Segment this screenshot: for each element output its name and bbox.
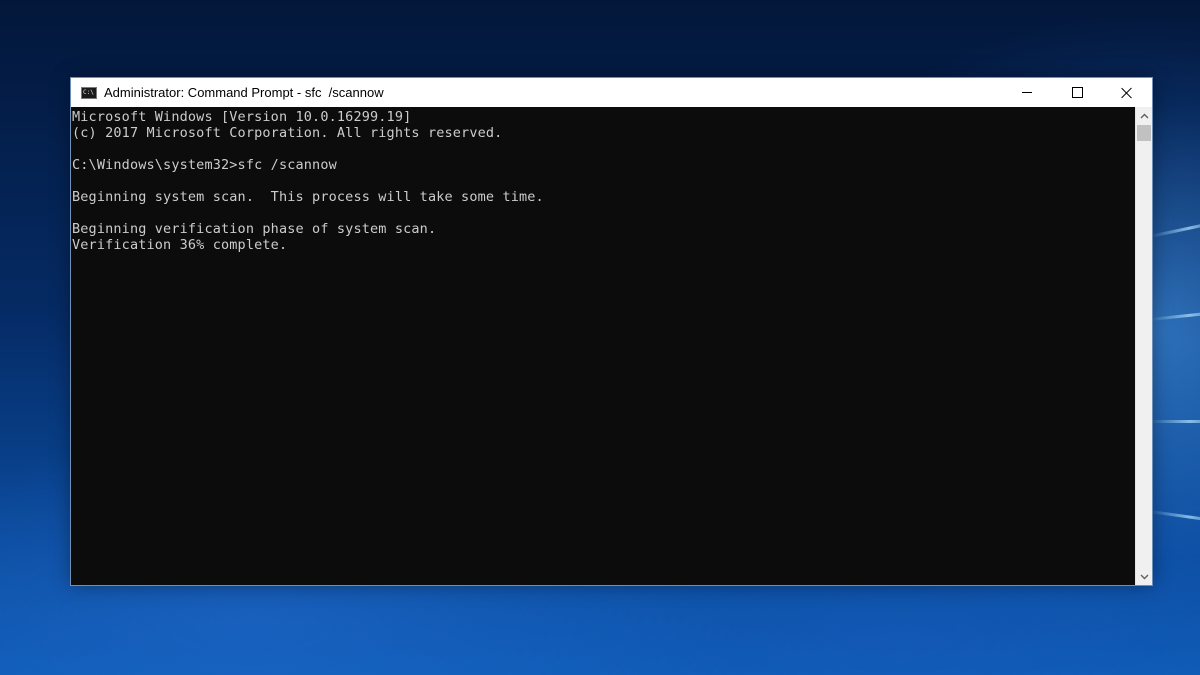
maximize-icon	[1071, 87, 1083, 98]
console-line: (c) 2017 Microsoft Corporation. All righ…	[72, 125, 503, 141]
wallpaper-light-streak	[1149, 309, 1200, 321]
desktop: { "window": { "title": "Administrator: C…	[0, 0, 1200, 675]
scroll-down-button[interactable]	[1136, 568, 1152, 585]
title-bar[interactable]: Administrator: Command Prompt - sfc /sca…	[71, 78, 1152, 107]
vertical-scrollbar[interactable]	[1135, 107, 1152, 585]
wallpaper-light-streak	[1150, 420, 1200, 423]
close-button[interactable]	[1102, 78, 1152, 107]
console-line: Verification 36% complete.	[72, 237, 288, 253]
minimize-icon	[1022, 92, 1032, 93]
console-line: C:\Windows\system32>sfc /scannow	[72, 157, 337, 173]
console-line: Microsoft Windows [Version 10.0.16299.19…	[72, 109, 412, 125]
wallpaper-light-streak	[1149, 510, 1200, 525]
scroll-thumb[interactable]	[1137, 125, 1151, 141]
scroll-up-button[interactable]	[1136, 107, 1152, 124]
command-prompt-window[interactable]: Administrator: Command Prompt - sfc /sca…	[70, 77, 1153, 586]
chevron-up-icon	[1140, 113, 1148, 118]
console-output[interactable]: Microsoft Windows [Version 10.0.16299.19…	[71, 107, 1136, 585]
window-title: Administrator: Command Prompt - sfc /sca…	[104, 85, 384, 100]
wallpaper-light-streak	[1149, 218, 1200, 238]
close-icon	[1121, 87, 1133, 99]
maximize-button[interactable]	[1052, 78, 1102, 107]
console-line: Beginning system scan. This process will…	[72, 189, 544, 205]
cmd-app-icon[interactable]	[81, 86, 97, 99]
minimize-button[interactable]	[1002, 78, 1052, 107]
chevron-down-icon	[1140, 574, 1148, 579]
console-line: Beginning verification phase of system s…	[72, 221, 437, 237]
